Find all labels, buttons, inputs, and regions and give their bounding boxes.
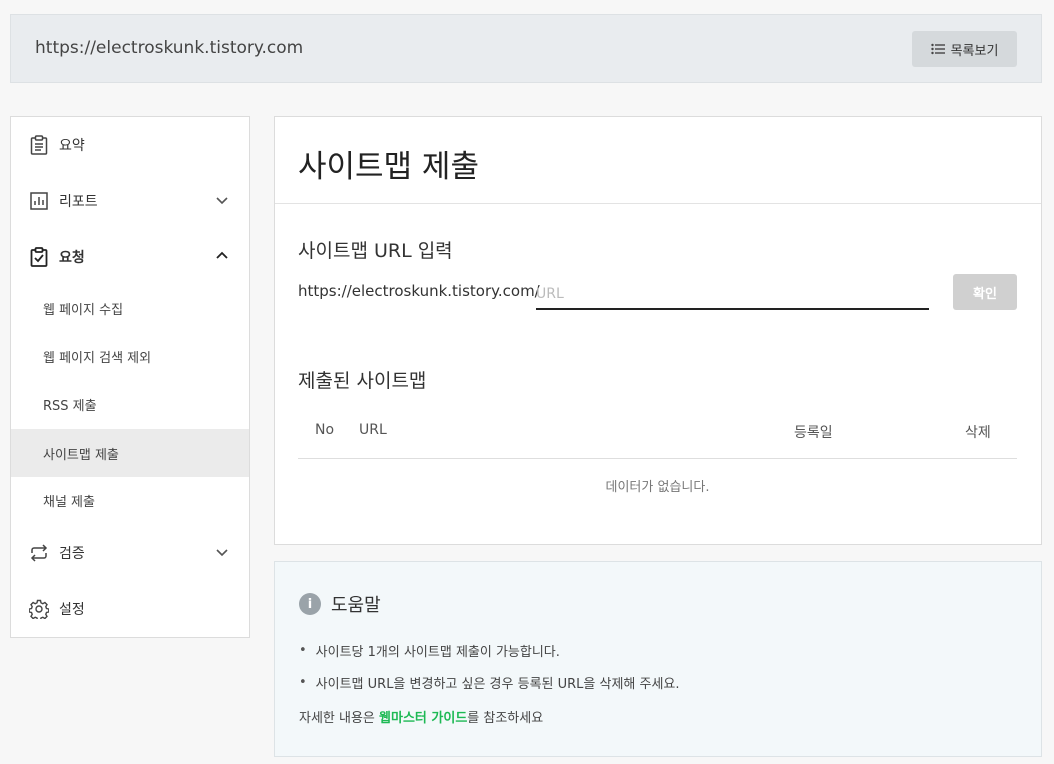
list-view-label: 목록보기 [950,43,999,59]
sidebar-subitem-channel[interactable]: 채널 제출 [11,476,249,524]
help-box: i 도움말 사이트당 1개의 사이트맵 제출이 가능합니다. 사이트맵 URL을… [274,561,1042,757]
help-title-text: 도움말 [331,595,381,616]
site-header-bar: https://electroskunk.tistory.com 목록보기 [10,14,1042,83]
list-view-button[interactable]: 목록보기 [912,31,1017,67]
site-url: https://electroskunk.tistory.com [35,38,304,58]
sidebar-subitem-label: 웹 페이지 검색 제외 [43,350,152,366]
sidebar-item-summary[interactable]: 요약 [11,121,249,169]
sidebar-item-label: 설정 [59,602,85,618]
chevron-down-icon [216,197,228,205]
sidebar-item-label: 요청 [59,250,85,266]
help-list: 사이트당 1개의 사이트맵 제출이 가능합니다. 사이트맵 URL을 변경하고 … [299,634,680,698]
repeat-icon [29,543,49,563]
help-footer-suffix: 를 참조하세요 [467,711,544,726]
empty-state-text: 데이터가 없습니다. [605,480,710,495]
chevron-down-icon [216,549,228,557]
clipboard-check-icon [29,247,49,267]
sidebar-item-settings[interactable]: 설정 [11,585,249,633]
sidebar-subitem-label: 웹 페이지 수집 [43,302,124,318]
sidebar-item-report[interactable]: 리포트 [11,177,249,225]
submitted-sitemaps-label: 제출된 사이트맵 [298,370,427,392]
column-header-no: No [315,422,335,438]
sidebar-subitem-label: 채널 제출 [43,494,95,510]
column-header-delete: 삭제 [965,425,991,441]
clipboard-icon [29,135,49,155]
url-prefix: https://electroskunk.tistory.com/ [298,282,540,300]
help-title: i 도움말 [299,591,381,617]
column-header-url: URL [359,422,387,438]
gear-icon [29,599,49,619]
help-footer: 자세한 내용은 웹마스터 가이드를 참조하세요 [299,707,543,726]
sidebar-subitem-label: 사이트맵 제출 [43,447,119,463]
webmaster-guide-link[interactable]: 웹마스터 가이드 [379,711,467,726]
help-footer-prefix: 자세한 내용은 [299,711,380,726]
sitemap-url-input-label: 사이트맵 URL 입력 [298,240,453,262]
sidebar-subitem-sitemap[interactable]: 사이트맵 제출 [11,429,249,477]
sidebar-item-verify[interactable]: 검증 [11,529,249,577]
help-bullet: 사이트당 1개의 사이트맵 제출이 가능합니다. [299,634,680,666]
list-icon [930,43,945,55]
bar-chart-icon [29,191,49,211]
divider [275,203,1041,204]
sidebar-subitem-label: RSS 제출 [43,398,97,414]
help-bullet: 사이트맵 URL을 변경하고 싶은 경우 등록된 URL을 삭제해 주세요. [299,666,680,698]
chevron-up-icon [216,251,228,259]
sidebar: 요약 리포트 요청 웹 페이지 수집 웹 페이지 검색 제외 RSS 제출 사이… [10,116,250,638]
page-title: 사이트맵 제출 [298,149,479,185]
sidebar-subitem-rss[interactable]: RSS 제출 [11,380,249,428]
sidebar-item-label: 리포트 [59,194,98,210]
sidebar-item-label: 검증 [59,546,85,562]
sidebar-subitem-page-exclude[interactable]: 웹 페이지 검색 제외 [11,332,249,380]
table-divider [298,458,1017,459]
sidebar-subitem-page-collect[interactable]: 웹 페이지 수집 [11,284,249,332]
info-icon: i [299,593,321,615]
sidebar-item-request[interactable]: 요청 [11,233,249,281]
column-header-date: 등록일 [794,425,833,441]
confirm-button[interactable]: 확인 [953,274,1017,310]
sidebar-item-label: 요약 [59,138,85,154]
sitemap-url-input[interactable] [536,279,929,310]
sitemap-submit-card: 사이트맵 제출 사이트맵 URL 입력 https://electroskunk… [274,116,1042,545]
